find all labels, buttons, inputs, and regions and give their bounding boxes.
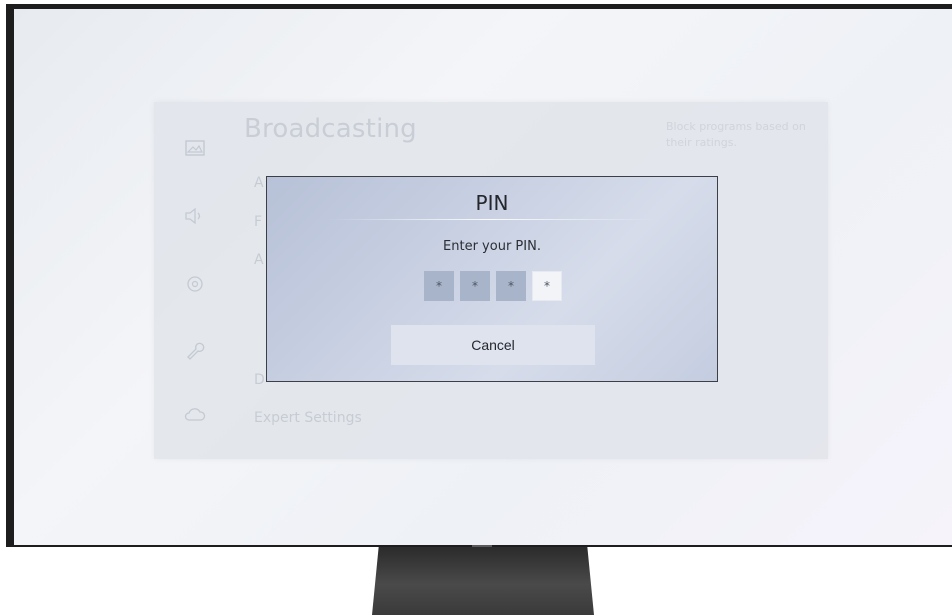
menu-item-expert-settings[interactable]: Expert Settings [254,410,362,426]
menu-item[interactable]: F [254,214,262,230]
tv-logo [472,545,492,547]
support-wrench-icon [184,340,206,360]
pin-digit-4[interactable]: * [532,271,562,301]
pin-digit-1[interactable]: * [424,271,454,301]
tv-stand [372,547,594,615]
tv-screen: Broadcasting A F A D Expert Settings Blo… [14,9,952,545]
pin-instruction: Enter your PIN. [443,239,541,254]
menu-title: Broadcasting [244,114,417,144]
menu-item[interactable]: A [254,175,264,191]
pin-dialog: PIN Enter your PIN. * * * * Cancel [266,176,718,382]
pin-dialog-title: PIN [475,191,509,215]
pin-digit-2[interactable]: * [460,271,490,301]
pin-digit-3[interactable]: * [496,271,526,301]
cancel-button[interactable]: Cancel [391,325,595,365]
menu-item[interactable]: D [254,372,265,388]
cloud-icon [184,406,206,424]
menu-item[interactable]: A [254,252,264,268]
picture-icon [184,140,206,158]
broadcast-icon [184,274,206,292]
dialog-divider [327,219,657,220]
sound-icon [184,207,206,226]
tv-frame: Broadcasting A F A D Expert Settings Blo… [6,4,952,547]
menu-help-text: Block programs based on their ratings. [666,120,806,149]
